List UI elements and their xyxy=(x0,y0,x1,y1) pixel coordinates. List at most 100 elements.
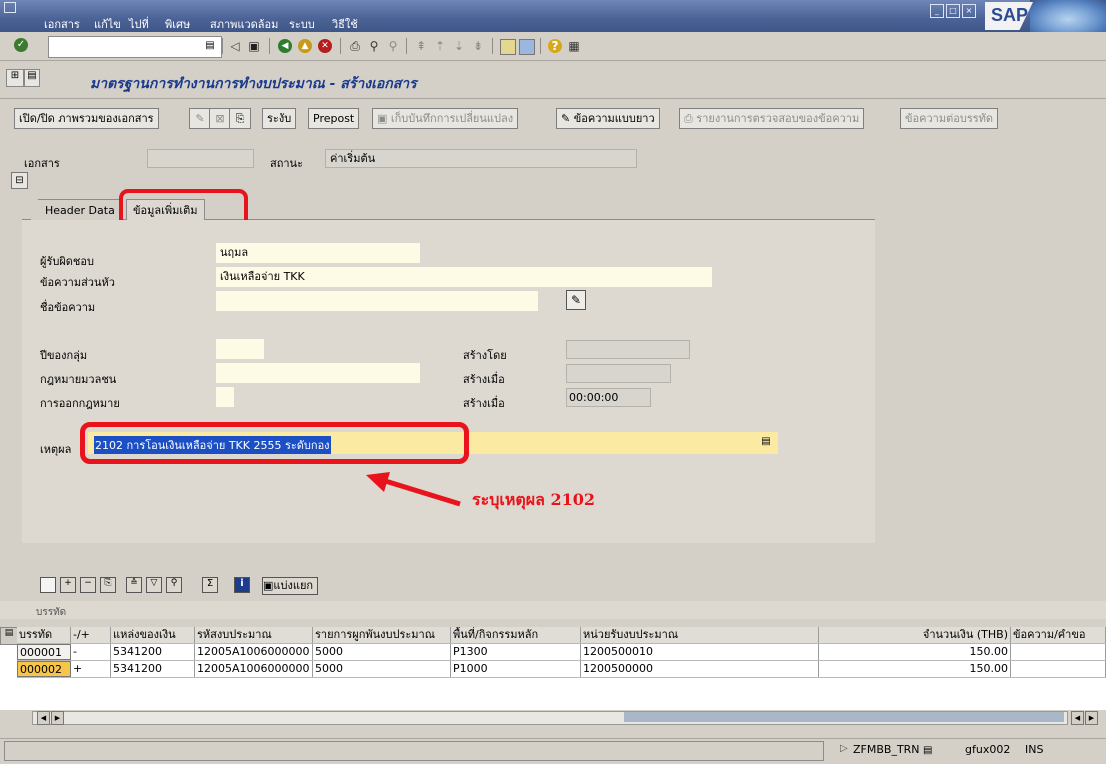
table-cell[interactable]: 150.00 xyxy=(819,644,1011,660)
column-header[interactable]: พื้นที่/กิจกรรมหลัก xyxy=(451,627,581,643)
text-check-report-button[interactable]: ⎙ รายงานการตรวจสอบของข้อความ xyxy=(679,108,865,129)
toggle-overview-button[interactable]: เปิด/ปิด ภาพรวมของเอกสาร xyxy=(14,108,159,129)
table-cell[interactable]: 12005A1006000000 xyxy=(195,644,313,660)
scroll-right-icon[interactable]: ▶ xyxy=(51,711,64,725)
collapse-icon[interactable]: ◁ xyxy=(228,39,242,53)
help-icon[interactable]: ? xyxy=(548,39,562,53)
edit-pencil-icon[interactable]: ✎ xyxy=(189,108,211,129)
select-all-icon[interactable]: ▤ xyxy=(0,627,18,645)
grid-find-icon[interactable]: ⚲ xyxy=(166,577,182,593)
table-cell[interactable]: 12005A1006000000 xyxy=(195,661,313,677)
table-cell[interactable]: 1200500000 xyxy=(581,661,819,677)
close-icon[interactable]: × xyxy=(962,4,976,18)
copy-row-icon[interactable]: ⎘ xyxy=(100,577,116,593)
column-header[interactable]: รหัสงบประมาณ xyxy=(195,627,313,643)
header-text-field[interactable]: เงินเหลือจ่าย TKK xyxy=(216,267,712,287)
command-history-icon[interactable]: ▤ xyxy=(203,39,217,53)
filter-icon[interactable]: ▽ xyxy=(146,577,162,593)
back-icon[interactable]: ◀ xyxy=(278,39,292,53)
split-button[interactable]: ▣แบ่งแยก xyxy=(262,577,319,595)
menu-document[interactable]: เอกสาร xyxy=(44,15,80,33)
table-cell[interactable]: + xyxy=(71,661,111,677)
table-row[interactable]: 000001-5341200 12005A1006000000 5000 P1300 1… xyxy=(17,644,1106,661)
edit-text-icon[interactable]: ✎ xyxy=(566,290,586,310)
save-icon[interactable]: ▣ xyxy=(247,39,261,53)
command-field[interactable] xyxy=(48,36,222,58)
scroll-thumb[interactable] xyxy=(624,712,1064,722)
table-scroll-left-icon[interactable]: ◀ xyxy=(1071,711,1084,725)
exit-icon[interactable]: ▲ xyxy=(298,39,312,53)
table-scroll-right-icon[interactable]: ▶ xyxy=(1085,711,1098,725)
line-text-button[interactable]: ข้อความต่อบรรทัด xyxy=(900,108,999,129)
table-cell[interactable]: 000001 xyxy=(17,644,71,660)
table-cell[interactable]: 5000 xyxy=(313,644,451,660)
table-cell[interactable]: 5341200 xyxy=(111,661,195,677)
column-header[interactable]: แหล่งของเงิน xyxy=(111,627,195,643)
previous-page-icon[interactable]: ⇡ xyxy=(433,39,447,53)
menu-environment[interactable]: สภาพแวดล้อม xyxy=(210,15,278,33)
column-header[interactable]: ข้อความ/คำขอ xyxy=(1011,627,1106,643)
reason-search-help-icon[interactable]: ▤ xyxy=(760,435,772,449)
table-cell[interactable]: 5341200 xyxy=(111,644,195,660)
info-icon[interactable]: i xyxy=(234,577,250,593)
maximize-icon[interactable]: □ xyxy=(946,4,960,18)
status-expand-icon[interactable]: ▷ xyxy=(840,743,848,754)
check-icon[interactable]: ⊠ xyxy=(209,108,231,129)
text-name-field[interactable] xyxy=(216,291,538,311)
display-doc-icon[interactable]: ▤ xyxy=(24,69,40,87)
last-page-icon[interactable]: ⇟ xyxy=(471,39,485,53)
table-cell[interactable] xyxy=(1011,661,1106,677)
sort-icon[interactable]: ≙ xyxy=(126,577,142,593)
table-cell[interactable]: 150.00 xyxy=(819,661,1011,677)
details-icon[interactable] xyxy=(40,577,56,593)
cancel-icon[interactable]: ✕ xyxy=(318,39,332,53)
create-session-icon[interactable] xyxy=(500,39,516,55)
first-page-icon[interactable]: ⇞ xyxy=(414,39,428,53)
responsible-field[interactable]: นฤมล xyxy=(216,243,420,263)
delete-row-icon[interactable]: − xyxy=(80,577,96,593)
public-law-field[interactable] xyxy=(216,363,420,383)
transaction-list-icon[interactable]: ▤ xyxy=(923,745,932,756)
app-menu-icon[interactable] xyxy=(4,2,16,13)
group-year-field[interactable] xyxy=(216,339,264,359)
law-issue-checkbox[interactable] xyxy=(216,387,234,407)
hold-button[interactable]: ระงับ xyxy=(262,108,297,129)
sum-icon[interactable]: Σ xyxy=(202,577,218,593)
menu-system[interactable]: ระบบ xyxy=(289,15,315,33)
insert-row-icon[interactable]: + xyxy=(60,577,76,593)
menu-extras[interactable]: พิเศษ xyxy=(165,15,190,33)
document-overview-icon[interactable]: ⊞ xyxy=(6,69,24,87)
other-document-icon[interactable]: ⎘ xyxy=(229,108,251,129)
menu-help[interactable]: วิธีใช้ xyxy=(332,15,358,33)
created-at-label: สร้างเมื่อ xyxy=(463,397,505,410)
table-cell[interactable]: 1200500010 xyxy=(581,644,819,660)
enter-icon[interactable]: ✓ xyxy=(14,38,28,52)
table-cell[interactable]: P1000 xyxy=(451,661,581,677)
column-header[interactable]: บรรทัด xyxy=(17,627,71,643)
table-cell[interactable]: 5000 xyxy=(313,661,451,677)
print-icon[interactable]: ⎙ xyxy=(348,39,362,53)
layout-menu-icon[interactable]: ▦ xyxy=(567,39,581,53)
table-row[interactable]: 000002 +5341200 12005A1006000000 5000 P1000 1… xyxy=(17,661,1106,678)
find-next-icon[interactable]: ⚲ xyxy=(386,39,400,53)
prepost-button[interactable]: Prepost xyxy=(308,108,360,129)
minimize-icon[interactable]: _ xyxy=(930,4,944,18)
find-icon[interactable]: ⚲ xyxy=(367,39,381,53)
save-changes-button[interactable]: ▣ เก็บบันทึกการเปลี่ยนแปลง xyxy=(372,108,519,129)
table-cell[interactable] xyxy=(1011,644,1106,660)
column-header[interactable]: จำนวนเงิน (THB) xyxy=(819,627,1011,643)
column-header[interactable]: รายการผูกพันงบประมาณ xyxy=(313,627,451,643)
scroll-left-icon[interactable]: ◀ xyxy=(37,711,50,725)
menu-goto[interactable]: ไปที่ xyxy=(129,15,149,33)
column-header[interactable]: -/+ xyxy=(71,627,111,643)
shortcut-icon[interactable] xyxy=(519,39,535,55)
menu-edit[interactable]: แก้ไข xyxy=(94,15,121,33)
table-cell[interactable]: 000002 xyxy=(17,661,71,677)
long-text-button[interactable]: ✎ ข้อความแบบยาว xyxy=(556,108,660,129)
column-header[interactable]: หน่วยรับงบประมาณ xyxy=(581,627,819,643)
next-page-icon[interactable]: ⇣ xyxy=(452,39,466,53)
tab-header-data[interactable]: Header Data xyxy=(30,199,122,221)
table-cell[interactable]: P1300 xyxy=(451,644,581,660)
table-cell[interactable]: - xyxy=(71,644,111,660)
expand-header-icon[interactable]: ⊟ xyxy=(11,172,28,189)
